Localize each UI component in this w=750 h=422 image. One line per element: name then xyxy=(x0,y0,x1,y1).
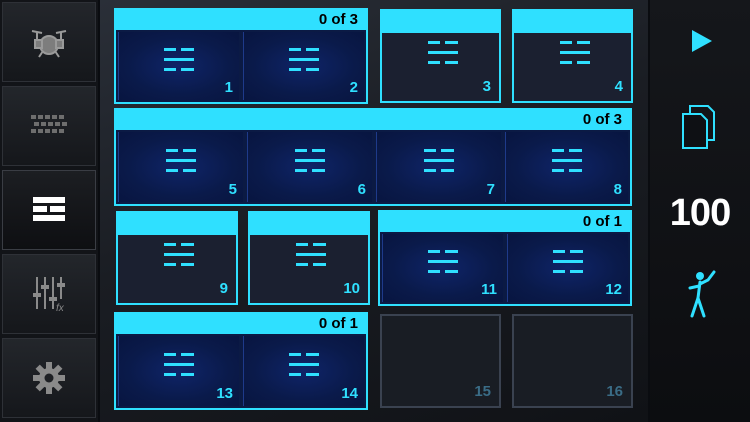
pad-number: 6 xyxy=(357,181,366,198)
pad-glyph-icon xyxy=(559,41,590,65)
group-header: 0 of 3 xyxy=(116,110,630,130)
pad-number: 3 xyxy=(482,78,491,95)
pad-number: 9 xyxy=(219,280,228,297)
pad-11[interactable]: 11 xyxy=(380,232,505,304)
pad-number: 5 xyxy=(228,181,237,198)
gear-icon xyxy=(33,362,65,394)
fx-label: fx xyxy=(56,303,65,313)
sidebar-item-settings[interactable] xyxy=(2,338,96,418)
pad-glyph-icon xyxy=(288,48,319,72)
group-count: 0 of 1 xyxy=(318,315,358,332)
pad-number: 10 xyxy=(343,280,360,297)
sidebar: fx xyxy=(0,0,98,422)
tempo-display[interactable]: 100 xyxy=(650,192,750,235)
pad-1[interactable]: 1 xyxy=(116,30,241,102)
pad-number: 14 xyxy=(341,385,358,402)
sidebar-item-pads[interactable] xyxy=(2,170,96,250)
pad-glyph-icon xyxy=(163,48,194,72)
pad-glyph-icon xyxy=(423,149,454,173)
pad-layout-icon xyxy=(33,197,65,221)
pad-glyph-icon xyxy=(427,41,458,65)
pad-number: 15 xyxy=(474,383,491,400)
pad-3[interactable]: 3 xyxy=(380,9,501,103)
group-header: 0 of 1 xyxy=(380,212,630,232)
pad-glyph-icon xyxy=(294,149,325,173)
pad-14[interactable]: 14 xyxy=(241,334,366,408)
pad-glyph-icon xyxy=(165,149,196,173)
sidebar-item-pattern[interactable] xyxy=(2,86,96,166)
step-grid-icon xyxy=(31,115,67,133)
pad-glyph-icon xyxy=(552,250,583,274)
group-count: 0 of 3 xyxy=(582,111,622,128)
sidebar-item-drums[interactable] xyxy=(2,2,96,82)
pad-15[interactable]: 15 xyxy=(380,314,501,408)
pad-glyph-icon xyxy=(164,243,194,267)
pad-2[interactable]: 2 xyxy=(241,30,366,102)
pad-glyph-icon xyxy=(288,353,319,377)
pad-number: 8 xyxy=(613,181,622,198)
pad-glyph-icon xyxy=(551,149,582,173)
pad-6[interactable]: 6 xyxy=(245,130,374,204)
pad-5[interactable]: 5 xyxy=(116,130,245,204)
pad-number: 13 xyxy=(216,385,233,402)
pad-number: 16 xyxy=(606,383,623,400)
pad-8[interactable]: 8 xyxy=(503,130,630,204)
play-icon[interactable] xyxy=(690,28,714,54)
group-count: 0 of 3 xyxy=(318,11,358,28)
group-header: 0 of 1 xyxy=(116,314,366,334)
pad-12[interactable]: 12 xyxy=(505,232,630,304)
pad-4[interactable]: 4 xyxy=(512,9,633,103)
swing-figure-icon[interactable] xyxy=(682,268,718,320)
pad-number: 2 xyxy=(349,79,358,96)
transport-panel: 100 xyxy=(650,0,750,422)
group-header: 0 of 3 xyxy=(116,10,366,30)
pad-13[interactable]: 13 xyxy=(116,334,241,408)
pad-9[interactable]: 9 xyxy=(116,211,238,305)
pad-10[interactable]: 10 xyxy=(248,211,370,305)
pad-7[interactable]: 7 xyxy=(374,130,503,204)
pad-16[interactable]: 16 xyxy=(512,314,633,408)
pad-number: 1 xyxy=(224,79,233,96)
pad-number: 4 xyxy=(614,78,623,95)
pad-glyph-icon xyxy=(163,353,194,377)
pad-glyph-icon xyxy=(296,243,326,267)
copy-pages-icon[interactable] xyxy=(680,104,720,150)
group-count: 0 of 1 xyxy=(582,213,622,230)
pad-number: 12 xyxy=(605,281,622,298)
pad-number: 11 xyxy=(481,281,497,298)
pad-number: 7 xyxy=(486,181,495,198)
mixer-fx-icon: fx xyxy=(33,277,65,313)
pad-grid: 0 of 3 1 2 3 4 0 of 3 5 6 7 8 9 10 0 of … xyxy=(100,0,648,422)
sidebar-item-mixer[interactable]: fx xyxy=(2,254,96,334)
pad-glyph-icon xyxy=(427,250,458,274)
drum-kit-icon xyxy=(31,30,67,58)
